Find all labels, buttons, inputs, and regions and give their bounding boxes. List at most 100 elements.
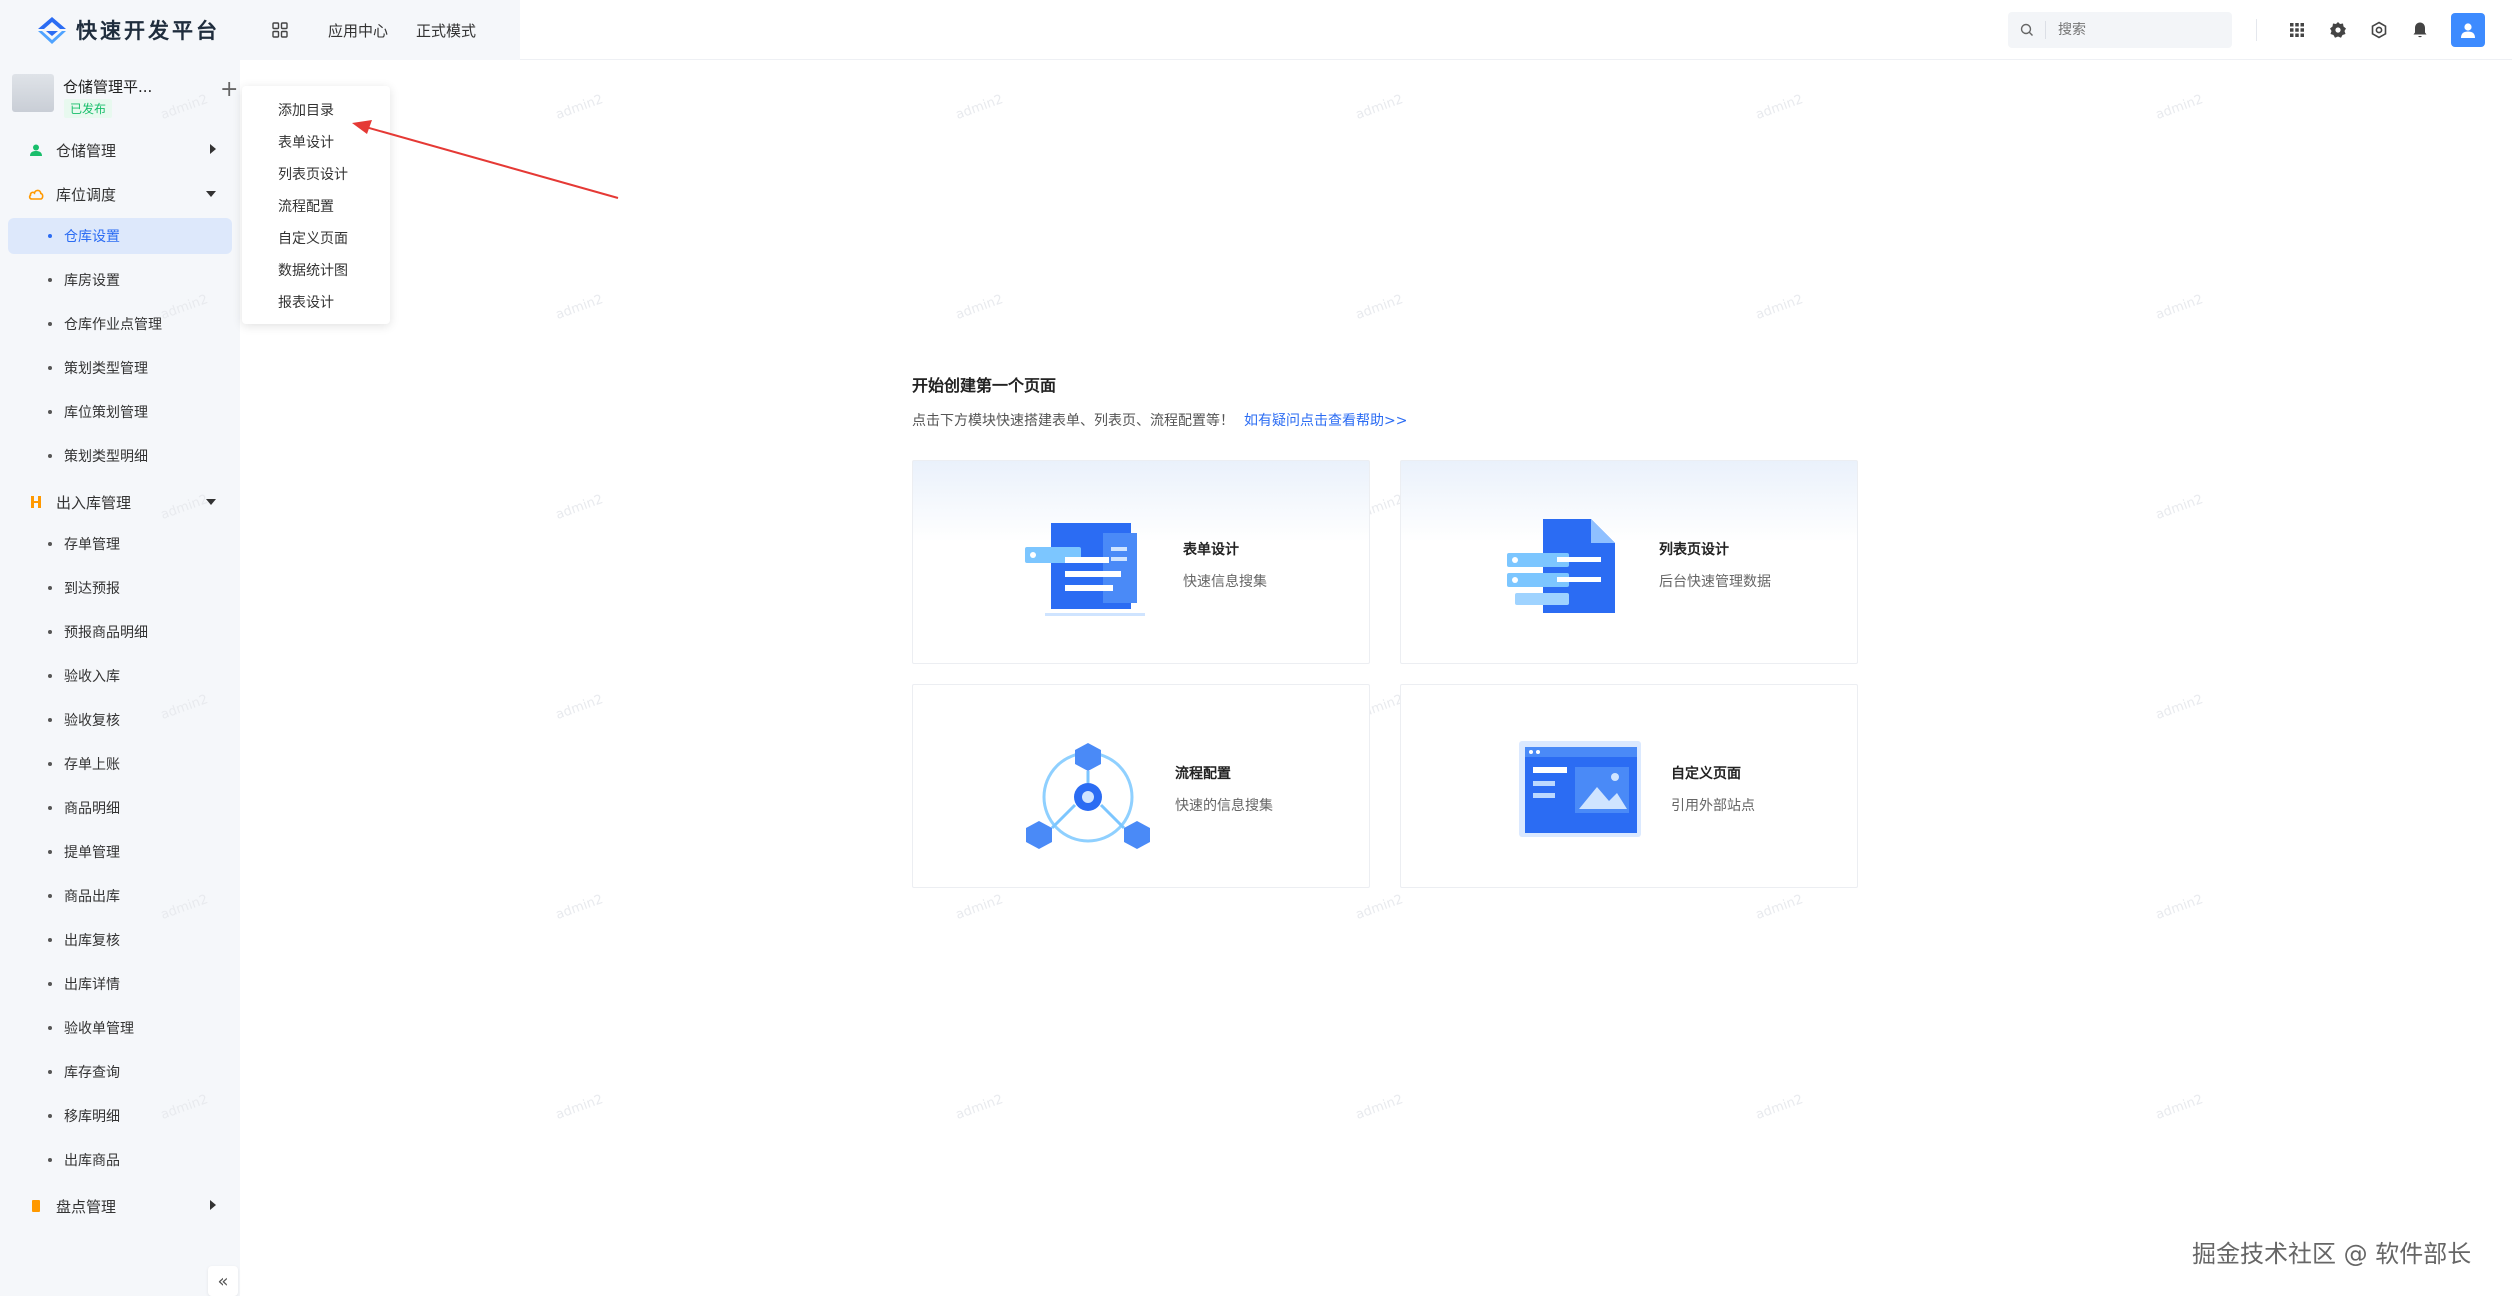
bullet <box>48 1070 52 1074</box>
plugin-button[interactable] <box>2318 10 2358 50</box>
sidebar-item[interactable]: 验收单管理 <box>8 1010 232 1046</box>
menu-item-custom-page[interactable]: 自定义页面 <box>278 228 348 248</box>
menu-item-stats-chart[interactable]: 数据统计图 <box>278 260 348 280</box>
top-bar: 快速开发平台 应用中心 正式模式 <box>0 0 2512 60</box>
nav-mode-toggle[interactable]: 正式模式 <box>416 20 476 41</box>
watermark: admin2 <box>2153 492 2206 523</box>
bullet <box>48 366 52 370</box>
sidebar-item[interactable]: 验收入库 <box>8 658 232 694</box>
nav-app-center[interactable]: 应用中心 <box>328 20 388 41</box>
watermark: admin2 <box>553 692 606 723</box>
watermark: admin2 <box>1353 1092 1406 1123</box>
sidebar-item[interactable]: 仓库作业点管理 <box>8 306 232 342</box>
brand-logo-icon <box>38 17 66 44</box>
bell-icon <box>2413 22 2427 38</box>
watermark: admin2 <box>953 292 1006 323</box>
menu-item-list-design[interactable]: 列表页设计 <box>278 164 348 184</box>
sidebar-item[interactable]: 提单管理 <box>8 834 232 870</box>
bullet <box>48 410 52 414</box>
sidebar-item[interactable]: 库位策划管理 <box>8 394 232 430</box>
sidebar-item[interactable]: 库存查询 <box>8 1054 232 1090</box>
menu-item-report-design[interactable]: 报表设计 <box>278 292 334 312</box>
card-title: 表单设计 <box>1183 542 1239 558</box>
brand[interactable]: 快速开发平台 <box>0 0 240 60</box>
card-custom-page[interactable]: 自定义页面 引用外部站点 <box>1400 684 1858 888</box>
card-list-design[interactable]: 列表页设计 后台快速管理数据 <box>1400 460 1858 664</box>
sidebar-item[interactable]: 商品出库 <box>8 878 232 914</box>
add-menu-dropdown: 添加目录 表单设计 列表页设计 流程配置 自定义页面 数据统计图 报表设计 <box>242 86 390 324</box>
sidebar-item-label: 仓库作业点管理 <box>64 317 162 333</box>
bullet <box>48 586 52 590</box>
sidebar-item[interactable]: 商品明细 <box>8 790 232 826</box>
sidebar-group-inventory[interactable]: 盘点管理 <box>0 1186 240 1226</box>
sidebar-item[interactable]: 策划类型管理 <box>8 350 232 386</box>
bullet <box>48 1026 52 1030</box>
apps-button[interactable] <box>2277 10 2317 50</box>
watermark: admin2 <box>2153 692 2206 723</box>
bullet <box>48 938 52 942</box>
sidebar-group-location[interactable]: 库位调度 <box>0 174 240 214</box>
sidebar-item-label: 策划类型明细 <box>64 449 148 465</box>
sidebar: 仓储管理平... 已发布 + 仓储管理 库位调度 仓库设置 库房设置 仓库作业点… <box>0 60 240 1296</box>
help-link[interactable]: 如有疑问点击查看帮助>> <box>1244 413 1407 429</box>
sidebar-item[interactable]: 出库复核 <box>8 922 232 958</box>
workflow-icon <box>1026 743 1150 849</box>
inventory-icon <box>28 1198 44 1214</box>
sidebar-item-label: 验收入库 <box>64 669 120 685</box>
watermark: admin2 <box>553 492 606 523</box>
status-badge: 已发布 <box>64 99 113 118</box>
sidebar-item[interactable]: 库房设置 <box>8 262 232 298</box>
sidebar-item[interactable]: 验收复核 <box>8 702 232 738</box>
sidebar-group-label: 库位调度 <box>56 185 117 204</box>
bullet <box>48 806 52 810</box>
sidebar-item[interactable]: 到达预报 <box>8 570 232 606</box>
bullet <box>48 234 52 238</box>
sidebar-group-label: 仓储管理 <box>56 141 117 160</box>
sidebar-item[interactable]: 移库明细 <box>8 1098 232 1134</box>
sidebar-group-inout[interactable]: 出入库管理 <box>0 482 240 522</box>
sidebar-item[interactable]: 存单管理 <box>8 526 232 562</box>
card-form-design[interactable]: 表单设计 快速信息搜集 <box>912 460 1370 664</box>
watermark: admin2 <box>553 1092 606 1123</box>
menu-item-form-design[interactable]: 表单设计 <box>278 132 334 152</box>
bullet <box>48 454 52 458</box>
sidebar-item-label: 商品明细 <box>64 801 120 817</box>
bullet <box>48 894 52 898</box>
sidebar-item[interactable]: 出库商品 <box>8 1142 232 1178</box>
sidebar-item[interactable]: 策划类型明细 <box>8 438 232 474</box>
sidebar-item[interactable]: 预报商品明细 <box>8 614 232 650</box>
settings-button[interactable] <box>2359 10 2399 50</box>
bullet <box>48 850 52 854</box>
bullet <box>48 982 52 986</box>
sidebar-item-label: 提单管理 <box>64 845 120 861</box>
menu-item-add-directory[interactable]: 添加目录 <box>278 100 334 120</box>
add-button[interactable]: + <box>220 79 238 101</box>
search-box[interactable] <box>2008 12 2232 48</box>
collapse-sidebar-button[interactable]: « <box>208 1266 238 1296</box>
app-grid-button[interactable] <box>260 10 300 50</box>
menu-item-workflow[interactable]: 流程配置 <box>278 196 334 216</box>
watermark: admin2 <box>2153 292 2206 323</box>
sidebar-item-warehouse-settings[interactable]: 仓库设置 <box>8 218 232 254</box>
sidebar-group-label: 出入库管理 <box>56 493 132 512</box>
watermark: admin2 <box>553 892 606 923</box>
card-desc: 快速信息搜集 <box>1183 574 1267 590</box>
app-card[interactable]: 仓储管理平... 已发布 + <box>8 66 238 122</box>
sidebar-item[interactable]: 存单上账 <box>8 746 232 782</box>
subtitle-text: 点击下方模块快速搭建表单、列表页、流程配置等！ <box>912 413 1234 429</box>
sidebar-item-label: 库房设置 <box>64 273 120 289</box>
sidebar-item[interactable]: 出库详情 <box>8 966 232 1002</box>
card-workflow[interactable]: 流程配置 快速的信息搜集 <box>912 684 1370 888</box>
search-input[interactable] <box>2058 22 2218 38</box>
top-icons <box>2256 0 2485 60</box>
user-avatar[interactable] <box>2451 13 2485 47</box>
notification-button[interactable] <box>2400 10 2440 50</box>
watermark: admin2 <box>953 92 1006 123</box>
sidebar-item-label: 到达预报 <box>64 581 120 597</box>
bullet <box>48 762 52 766</box>
gear-filled-icon <box>2330 22 2346 38</box>
card-title: 流程配置 <box>1175 766 1231 782</box>
chevron-down-icon <box>206 191 216 197</box>
sidebar-group-label: 盘点管理 <box>56 1197 117 1216</box>
sidebar-group-warehouse[interactable]: 仓储管理 <box>0 130 240 170</box>
